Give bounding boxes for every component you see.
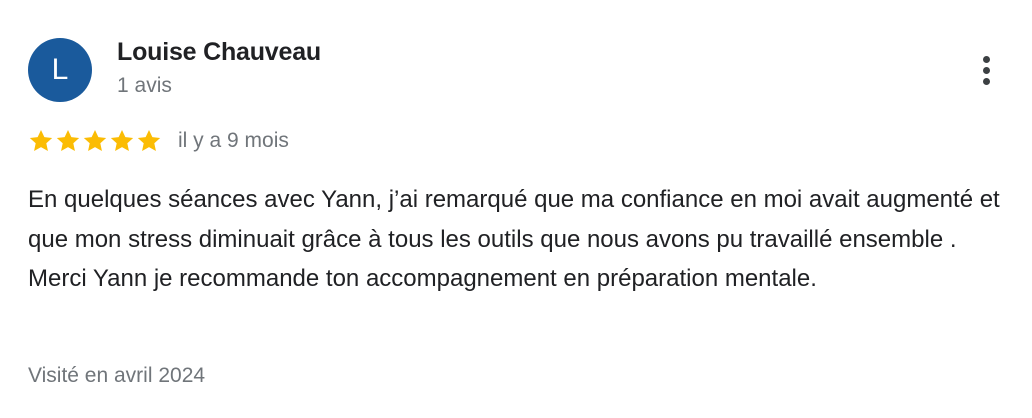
more-vert-icon (982, 77, 990, 85)
review-text: En quelques séances avec Yann, j’ai rema… (28, 186, 1000, 292)
more-options-button[interactable] (972, 50, 1000, 90)
star-icon (56, 129, 80, 151)
author-review-count: 1 avis (117, 74, 172, 97)
avatar-initial: L (51, 53, 69, 86)
review-card: L Louise Chauveau 1 avis il y a 9 mois E… (0, 0, 1032, 418)
star-icon (110, 129, 134, 151)
avatar[interactable]: L (28, 38, 92, 102)
star-rating (28, 128, 162, 154)
star-icon (83, 129, 107, 151)
star-icon (137, 129, 161, 151)
more-vert-icon (982, 66, 990, 74)
rating-row: il y a 9 mois (28, 126, 289, 156)
more-vert-icon (982, 55, 990, 63)
visit-date: Visité en avril 2024 (28, 364, 206, 387)
review-date: il y a 9 mois (178, 129, 289, 152)
star-icon (29, 129, 53, 151)
author-name[interactable]: Louise Chauveau (117, 38, 321, 67)
